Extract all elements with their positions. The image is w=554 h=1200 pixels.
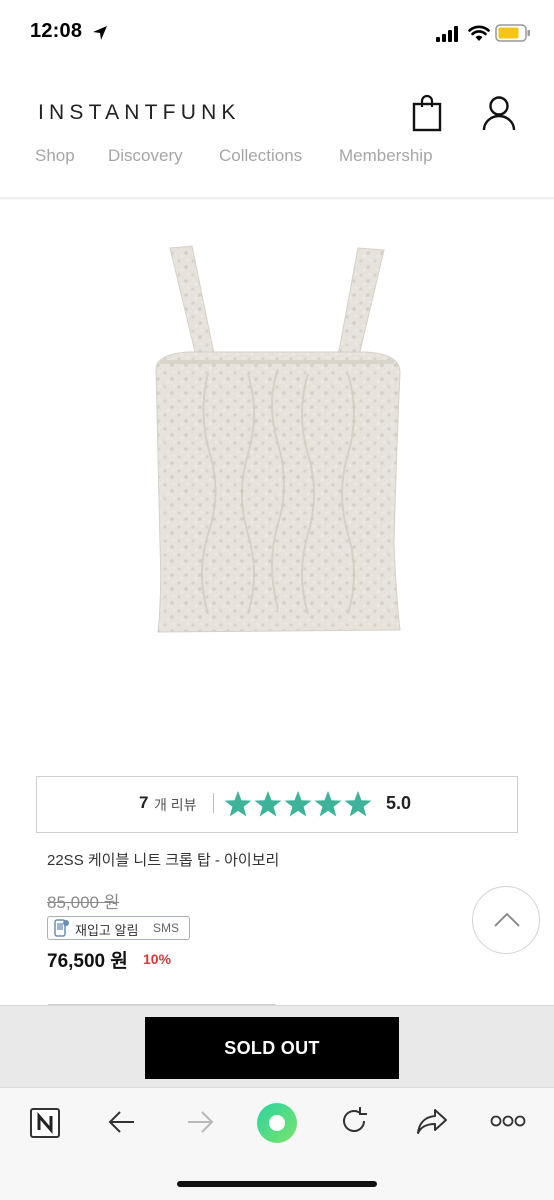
star-icon — [254, 791, 282, 817]
back-arrow-icon[interactable] — [106, 1107, 138, 1137]
review-count-suffix: 개 리뷰 — [154, 797, 197, 813]
forward-arrow-icon[interactable] — [184, 1107, 216, 1137]
review-score: 5.0 — [386, 793, 412, 813]
star-icon — [224, 791, 252, 817]
location-arrow-icon — [93, 26, 107, 40]
original-price: 85,000 원 — [47, 893, 120, 912]
star-icon — [344, 791, 372, 817]
share-icon[interactable] — [415, 1106, 449, 1138]
product-image[interactable] — [148, 244, 406, 636]
sale-price: 76,500 원 — [47, 951, 128, 972]
more-options-icon[interactable] — [490, 1115, 526, 1127]
main-nav: Shop Discovery Collections Membership — [0, 146, 554, 172]
nav-item-shop[interactable]: Shop — [35, 146, 75, 166]
naver-home-icon[interactable] — [29, 1107, 61, 1139]
sold-out-button[interactable]: SOLD OUT — [145, 1017, 399, 1079]
cellular-signal-icon — [436, 26, 458, 42]
brand-logo[interactable]: INSTANTFUNK — [38, 101, 241, 125]
chevron-up-icon — [494, 912, 520, 927]
review-count: 7 — [139, 793, 149, 812]
refresh-icon[interactable] — [338, 1105, 370, 1137]
battery-icon — [495, 24, 530, 42]
scroll-to-top-button[interactable] — [472, 886, 540, 954]
green-dot-icon[interactable] — [256, 1102, 298, 1144]
rating-stars — [223, 790, 373, 820]
home-indicator — [177, 1181, 377, 1187]
restock-sms-label: SMS — [153, 921, 180, 935]
restock-alert-button[interactable]: 재입고 알림 SMS — [47, 916, 190, 940]
review-summary[interactable]: 7 개 리뷰 5.0 — [36, 776, 518, 833]
nav-item-discovery[interactable]: Discovery — [108, 146, 183, 166]
restock-alert-label: 재입고 알림 — [75, 923, 139, 938]
header-divider — [0, 197, 554, 200]
phone-notification-icon — [54, 919, 69, 937]
user-account-icon[interactable] — [482, 95, 516, 131]
nav-item-collections[interactable]: Collections — [219, 146, 302, 166]
product-name: 22SS 케이블 니트 크롭 탑 - 아이보리 — [47, 852, 280, 869]
wifi-icon — [468, 25, 490, 41]
status-bar: 12:08 — [0, 0, 554, 66]
star-icon — [314, 791, 342, 817]
status-time: 12:08 — [30, 20, 83, 42]
star-icon — [284, 791, 312, 817]
review-separator — [213, 793, 214, 813]
shopping-bag-icon[interactable] — [412, 94, 442, 132]
nav-item-membership[interactable]: Membership — [339, 146, 433, 166]
discount-rate: 10% — [143, 951, 172, 967]
